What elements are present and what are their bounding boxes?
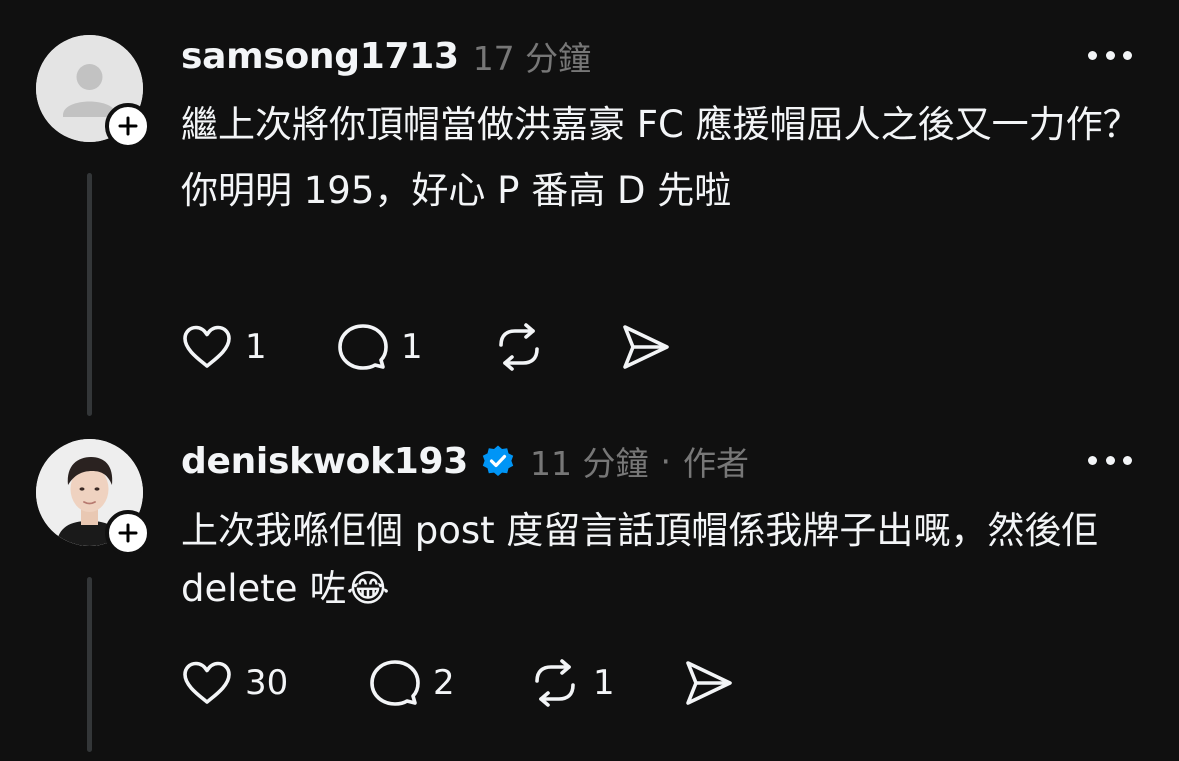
more-dot [1088, 50, 1097, 60]
timestamp: 11 分鐘 [530, 444, 649, 483]
more-dot [1123, 455, 1132, 465]
like-button[interactable]: 30 [181, 656, 369, 710]
repost-count: 1 [593, 663, 615, 703]
comment-bubble-icon [370, 660, 420, 706]
username[interactable]: deniskwok193 [181, 441, 468, 482]
like-count: 1 [245, 327, 267, 367]
like-button[interactable]: 1 [181, 320, 337, 374]
reply-button[interactable]: 1 [337, 320, 493, 374]
thread-line [87, 173, 92, 416]
comment-text-line: 上次我喺佢個 post 度留言話頂帽係我牌子出嘅，然後佢 delete 咗😂 [181, 509, 1099, 610]
comment-header: deniskwok193 11 分鐘 · 作者 [181, 437, 749, 485]
send-icon [686, 661, 732, 705]
send-icon [623, 325, 669, 369]
author-label: 作者 [683, 444, 749, 483]
comment-bubble-icon [338, 324, 388, 370]
separator: · [660, 441, 672, 481]
heart-icon [183, 661, 231, 704]
reply-button[interactable]: 2 [369, 656, 529, 710]
repost-button[interactable] [493, 320, 619, 374]
plus-icon [118, 116, 138, 136]
action-bar: 30 2 1 [181, 656, 734, 710]
repost-icon [499, 323, 539, 371]
plus-icon [118, 523, 138, 543]
follow-button[interactable] [105, 510, 151, 556]
heart-icon [183, 325, 231, 368]
comment-text: 上次我喺佢個 post 度留言話頂帽係我牌子出嘅，然後佢 delete 咗😂 [181, 502, 1146, 618]
comment-header: samsong1713 17 分鐘 [181, 32, 591, 80]
reply-count: 1 [401, 327, 423, 367]
username[interactable]: samsong1713 [181, 36, 459, 77]
more-options-button[interactable] [1088, 450, 1132, 470]
action-bar: 1 1 [181, 320, 671, 374]
share-button[interactable] [619, 320, 671, 374]
comment-item: samsong1713 17 分鐘 繼上次將你頂帽當做洪嘉豪 FC 應援帽屈人之… [0, 0, 1179, 420]
comment-item: deniskwok193 11 分鐘 · 作者 上次我喺佢個 post 度留言話… [0, 420, 1179, 761]
more-dot [1105, 455, 1115, 465]
repost-button[interactable]: 1 [529, 656, 682, 710]
follow-button[interactable] [105, 103, 151, 149]
repost-icon [535, 659, 575, 707]
more-dot [1123, 50, 1132, 60]
like-count: 30 [245, 663, 289, 703]
thread-line [87, 577, 92, 752]
comment-text-line: 你明明 195，好心 P 番高 D 先啦 [181, 169, 732, 212]
verified-badge-icon [482, 445, 514, 476]
more-dot [1105, 50, 1115, 60]
share-button[interactable] [682, 656, 734, 710]
reply-count: 2 [433, 663, 455, 703]
comment-text-line: 繼上次將你頂帽當做洪嘉豪 FC 應援帽屈人之後又一力作？ [181, 103, 1140, 146]
more-options-button[interactable] [1088, 45, 1132, 65]
timestamp: 17 分鐘 [472, 39, 592, 78]
comment-text: 繼上次將你頂帽當做洪嘉豪 FC 應援帽屈人之後又一力作？ 你明明 195，好心 … [181, 96, 1146, 220]
more-dot [1088, 455, 1097, 465]
